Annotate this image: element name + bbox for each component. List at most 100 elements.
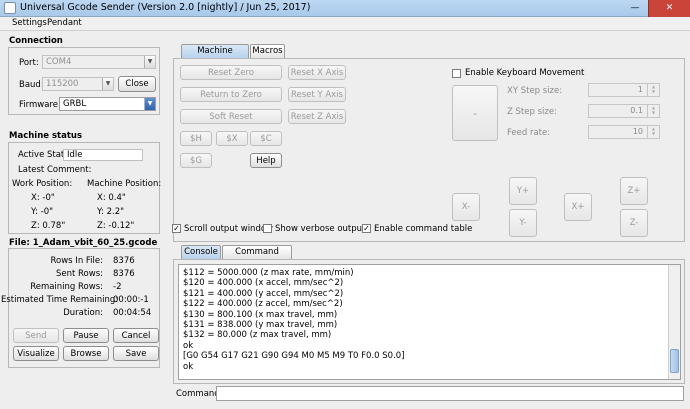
scrollbar-thumb[interactable] — [670, 349, 679, 373]
cmd-h-button[interactable]: $H — [180, 131, 212, 146]
remaining-rows-value: -2 — [113, 282, 122, 292]
app-icon — [4, 2, 16, 14]
baud-select[interactable]: 115200 ▼ — [42, 77, 114, 91]
cmd-c-button[interactable]: $C — [250, 131, 282, 146]
latest-comment-label: Latest Comment: — [18, 165, 92, 175]
machine-z: Z: -0.12" — [97, 221, 135, 231]
console-line: $121 = 400.000 (y accel, mm/sec^2) — [183, 288, 344, 299]
command-input[interactable] — [216, 386, 684, 401]
menu-settings[interactable]: Settings — [12, 18, 47, 28]
time-remaining-value: 00:00:-1 — [113, 295, 149, 305]
console-scrollbar[interactable] — [668, 265, 680, 379]
machine-y: Y: 2.2" — [97, 207, 125, 217]
console-line: $122 = 400.000 (z accel, mm/sec^2) — [183, 299, 343, 310]
reset-z-axis-button[interactable]: Reset Z Axis — [288, 109, 346, 124]
menu-pendant[interactable]: Pendant — [47, 18, 82, 28]
work-z: Z: 0.78" — [31, 221, 66, 231]
sent-rows-value: 8376 — [113, 269, 135, 279]
console-line: ok — [183, 361, 194, 372]
baud-value: 115200 — [46, 79, 79, 89]
scroll-output-checkbox[interactable]: ✓ — [172, 224, 181, 233]
verbose-output-checkbox[interactable] — [263, 224, 272, 233]
jog-z-minus-button[interactable]: Z- — [620, 209, 648, 237]
console-panel: $112 = 5000.000 (z max rate, mm/min) $12… — [173, 259, 685, 384]
minimize-icon[interactable]: — — [624, 0, 646, 17]
z-step-spinner[interactable]: 0.1 ▲ ▼ — [588, 104, 660, 118]
jog-z-plus-button[interactable]: Z+ — [620, 177, 648, 205]
soft-reset-button[interactable]: Soft Reset — [180, 109, 282, 124]
cmd-g-button[interactable]: $G — [180, 153, 212, 168]
close-connection-button[interactable]: Close — [118, 76, 156, 92]
console-lines: $112 = 5000.000 (z max rate, mm/min) $12… — [183, 268, 405, 372]
save-button[interactable]: Save — [113, 346, 159, 361]
machine-x: X: 0.4" — [97, 193, 126, 203]
rows-in-file-label: Rows In File: — [50, 256, 104, 266]
chevron-down-icon: ▼ — [102, 78, 113, 90]
file-title: File: 1_Adam_vbit_60_25.gcode — [9, 238, 158, 248]
main-area: Connection Port: COM4 ▼ Baud: 115200 ▼ C… — [0, 31, 690, 409]
rows-in-file-value: 8376 — [113, 256, 135, 266]
baud-label: Baud: — [19, 80, 44, 90]
reset-x-axis-button[interactable]: Reset X Axis — [288, 65, 346, 80]
connection-panel: Port: COM4 ▼ Baud: 115200 ▼ Close Firmwa… — [8, 47, 160, 115]
feed-rate-label: Feed rate: — [507, 128, 551, 138]
work-position-label: Work Position: — [12, 179, 73, 189]
duration-label: Duration: — [63, 308, 103, 318]
reset-y-axis-button[interactable]: Reset Y Axis — [288, 87, 346, 102]
tab-console[interactable]: Console — [181, 245, 221, 259]
spinner-arrows-icon: ▲ ▼ — [647, 105, 659, 117]
verbose-output-label: Show verbose output — [275, 224, 366, 234]
enable-keyboard-checkbox[interactable] — [452, 69, 461, 78]
time-remaining-label: Estimated Time Remaining: — [1, 295, 119, 305]
jog-center-button[interactable]: - — [452, 85, 498, 141]
machine-position-label: Machine Position: — [87, 179, 162, 189]
cmd-x-button[interactable]: $X — [216, 131, 248, 146]
console-line: $130 = 800.100 (x max travel, mm) — [183, 309, 338, 320]
jog-x-minus-button[interactable]: X- — [452, 193, 480, 221]
browse-button[interactable]: Browse — [63, 346, 109, 361]
spinner-arrows-icon: ▲ ▼ — [647, 126, 659, 138]
help-button[interactable]: Help — [250, 153, 282, 168]
console-line: [G0 G54 G17 G21 G90 G94 M0 M5 M9 T0 F0.0… — [183, 351, 405, 362]
pause-button[interactable]: Pause — [63, 328, 109, 343]
tab-macros[interactable]: Macros — [250, 44, 285, 58]
jog-y-minus-button[interactable]: Y- — [509, 209, 537, 237]
jog-y-plus-button[interactable]: Y+ — [509, 177, 537, 205]
console-output[interactable]: $112 = 5000.000 (z max rate, mm/min) $12… — [178, 264, 681, 380]
visualize-button[interactable]: Visualize — [13, 346, 59, 361]
firmware-label: Firmware: — [19, 100, 61, 110]
jog-x-plus-button[interactable]: X+ — [564, 193, 592, 221]
tab-machine-control[interactable]: Machine Control — [181, 44, 249, 69]
xy-step-spinner[interactable]: 1 ▲ ▼ — [588, 83, 660, 97]
command-table-label: Enable command table — [374, 224, 473, 234]
work-y: Y: -0" — [31, 207, 54, 217]
console-line: $120 = 400.000 (x accel, mm/sec^2) — [183, 278, 344, 289]
z-step-value: 0.1 — [630, 106, 643, 115]
return-to-zero-button[interactable]: Return to Zero — [180, 87, 282, 102]
file-panel: Rows In File: 8376 Sent Rows: 8376 Remai… — [1, 248, 160, 368]
work-x: X: -0" — [31, 193, 55, 203]
window-title: Universal Gcode Sender (Version 2.0 [nig… — [20, 2, 311, 13]
machine-status-title: Machine status — [9, 131, 83, 141]
close-window-icon[interactable]: ✕ — [648, 0, 690, 17]
console-line: $112 = 5000.000 (z max rate, mm/min) — [183, 268, 354, 278]
console-line: $131 = 838.000 (y max travel, mm) — [183, 320, 338, 331]
port-label: Port: — [19, 58, 39, 68]
menu-bar: Settings Pendant — [0, 17, 690, 31]
machine-control-panel: Reset Zero Return to Zero Soft Reset Res… — [173, 58, 685, 242]
cancel-button[interactable]: Cancel — [113, 328, 159, 343]
reset-zero-button[interactable]: Reset Zero — [180, 65, 282, 80]
xy-step-value: 1 — [637, 85, 643, 94]
console-line: $132 = 80.000 (z max travel, mm) — [183, 330, 332, 341]
title-bar: Universal Gcode Sender (Version 2.0 [nig… — [0, 0, 690, 17]
tab-command-table[interactable]: Command Table — [222, 245, 292, 270]
send-button[interactable]: Send — [13, 328, 59, 343]
duration-value: 00:04:54 — [113, 308, 152, 318]
scroll-output-label: Scroll output window — [184, 224, 273, 234]
feed-rate-spinner[interactable]: 10 ▲ ▼ — [588, 125, 660, 139]
sent-rows-label: Sent Rows: — [55, 269, 103, 279]
command-table-checkbox[interactable]: ✓ — [362, 224, 371, 233]
firmware-select[interactable]: GRBL ▼ — [59, 97, 156, 111]
port-select[interactable]: COM4 ▼ — [42, 55, 156, 69]
chevron-down-icon: ▼ — [144, 56, 155, 68]
